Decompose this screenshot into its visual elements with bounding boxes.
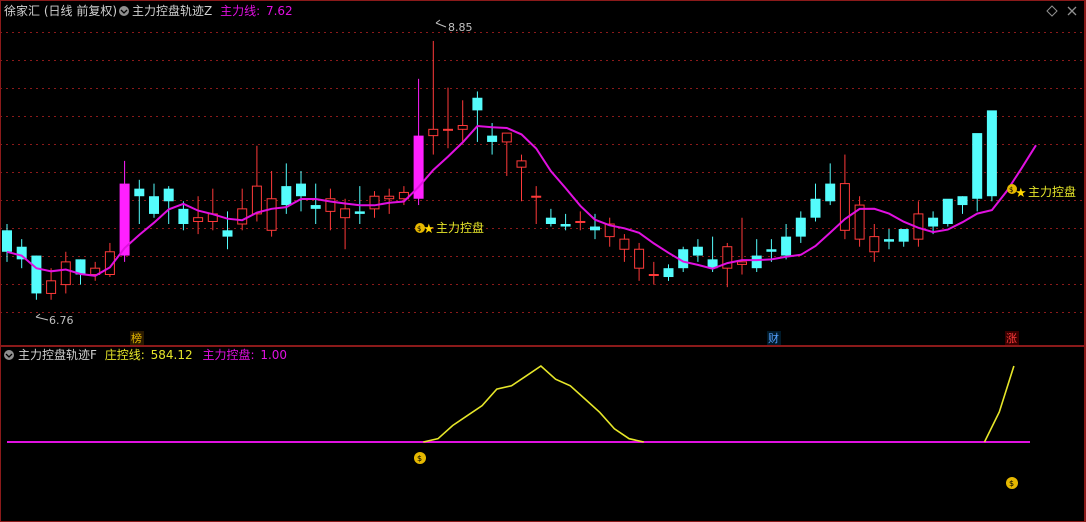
control-line-label: 庄控线: xyxy=(105,347,145,362)
svg-text:涨: 涨 xyxy=(1006,332,1017,345)
signal-star-icon-1: ★ xyxy=(423,222,435,237)
candle-body xyxy=(839,183,850,231)
close-panel-icon[interactable] xyxy=(1067,6,1077,16)
svg-text:徐家汇 (日线 前复权): 徐家汇 (日线 前复权) xyxy=(4,3,117,18)
candle-body xyxy=(134,188,145,197)
candlesticks xyxy=(2,40,997,300)
stock-name: 徐家汇 xyxy=(4,3,40,18)
candle-body xyxy=(237,208,248,225)
svg-text:主力控盘轨迹Z 主力线: 7.62: 主力控盘轨迹Z 主力线: 7.62 xyxy=(132,3,293,18)
candle-body xyxy=(898,229,909,242)
candle-body xyxy=(516,160,527,168)
candle-body xyxy=(266,198,277,231)
candle-body xyxy=(340,208,351,219)
marker-cai[interactable]: 财 xyxy=(767,331,781,345)
svg-text:主力控盘轨迹F 庄控线: 584.12: 主力控盘轨迹F 庄控线: 584.12 主力控盘: 1.00 xyxy=(18,347,287,362)
candle-body xyxy=(501,132,512,143)
price-grid xyxy=(0,32,1084,313)
candle-body xyxy=(369,195,380,210)
diamond-icon[interactable] xyxy=(1046,5,1058,17)
svg-text:$: $ xyxy=(417,225,421,233)
svg-text:榜: 榜 xyxy=(131,331,142,345)
indicator-name: 主力控盘轨迹Z xyxy=(132,3,212,18)
main-control-value: 1.00 xyxy=(260,348,287,362)
sub-indicator-name: 主力控盘轨迹F xyxy=(18,347,97,362)
candle-body xyxy=(251,185,262,215)
sub-money-icons: $$ xyxy=(414,452,1018,489)
stock-chart[interactable]: $$ 徐家汇 (日线 前复权) 主力控盘轨迹Z 主力线: 7.62 主力控盘轨迹… xyxy=(0,0,1086,522)
candle-body xyxy=(163,188,174,202)
candle-body xyxy=(428,128,439,137)
marker-zhang[interactable]: 涨 xyxy=(1005,331,1019,345)
sub-panel-frame xyxy=(0,346,1086,522)
candle-body xyxy=(310,205,321,209)
candle-body xyxy=(957,196,968,206)
ma-value: 7.62 xyxy=(266,4,293,18)
candle-body xyxy=(575,220,586,223)
candle-body xyxy=(354,211,365,214)
candle-body xyxy=(795,217,806,237)
candle-body xyxy=(692,246,703,256)
candle-body xyxy=(545,217,556,224)
candle-body xyxy=(31,255,42,294)
svg-text:$: $ xyxy=(417,454,422,463)
period-info: (日线 前复权) xyxy=(44,3,117,18)
svg-text:$: $ xyxy=(1009,186,1013,194)
candle-body xyxy=(149,196,159,214)
candle-body xyxy=(222,230,233,237)
sub-indicator-menu-icon[interactable] xyxy=(4,350,14,360)
candle-body xyxy=(457,125,468,130)
candle-body xyxy=(737,261,747,265)
svg-text:财: 财 xyxy=(768,331,779,345)
candle-body xyxy=(634,248,645,269)
control-line xyxy=(423,364,1015,443)
money-bag-icon: $ xyxy=(414,452,426,464)
candle-body xyxy=(986,110,997,197)
candle-body xyxy=(384,195,395,200)
candle-body xyxy=(472,97,483,111)
candle-body xyxy=(825,183,836,202)
candle-body xyxy=(60,261,71,286)
svg-text:8.85: 8.85 xyxy=(448,21,473,34)
svg-text:$: $ xyxy=(1009,479,1014,488)
money-bag-icon: $ xyxy=(1006,477,1018,489)
control-line-value: 584.12 xyxy=(151,348,193,362)
candle-body xyxy=(972,133,983,199)
candle-body xyxy=(663,268,674,278)
candle-body xyxy=(281,186,292,206)
candle-body xyxy=(619,238,630,250)
signal-star-icon-2: ★ xyxy=(1015,186,1027,201)
candle-body xyxy=(648,274,659,276)
candle-body xyxy=(810,198,821,218)
candle-body xyxy=(869,236,880,253)
candle-body xyxy=(296,183,306,197)
signal-label-2: 主力控盘 xyxy=(1028,184,1076,199)
candle-body xyxy=(928,217,939,227)
candle-body xyxy=(781,236,792,256)
candle-body xyxy=(560,224,571,227)
candle-body xyxy=(751,255,762,269)
high-price-annotation: 8.85 xyxy=(435,19,473,34)
candle-body xyxy=(193,217,204,222)
candle-body xyxy=(487,135,498,142)
indicator-menu-icon[interactable] xyxy=(119,6,129,16)
candle-body xyxy=(178,208,189,224)
candle-body xyxy=(2,230,12,252)
main-control-label: 主力控盘: xyxy=(202,347,254,362)
svg-text:★: ★ xyxy=(423,222,435,237)
ma-label: 主力线: xyxy=(220,4,260,18)
candle-body xyxy=(443,128,453,131)
candle-body xyxy=(46,280,57,294)
candle-body xyxy=(590,226,600,231)
svg-text:6.76: 6.76 xyxy=(49,314,74,327)
marker-bang[interactable]: 榜 xyxy=(130,331,144,345)
candle-body xyxy=(942,198,953,224)
candle-body xyxy=(531,195,542,198)
svg-text:★: ★ xyxy=(1015,186,1027,201)
candle-body xyxy=(766,249,777,252)
signal-label-1: 主力控盘 xyxy=(436,220,484,235)
low-price-annotation: 6.76 xyxy=(35,313,74,327)
candle-body xyxy=(884,239,894,242)
